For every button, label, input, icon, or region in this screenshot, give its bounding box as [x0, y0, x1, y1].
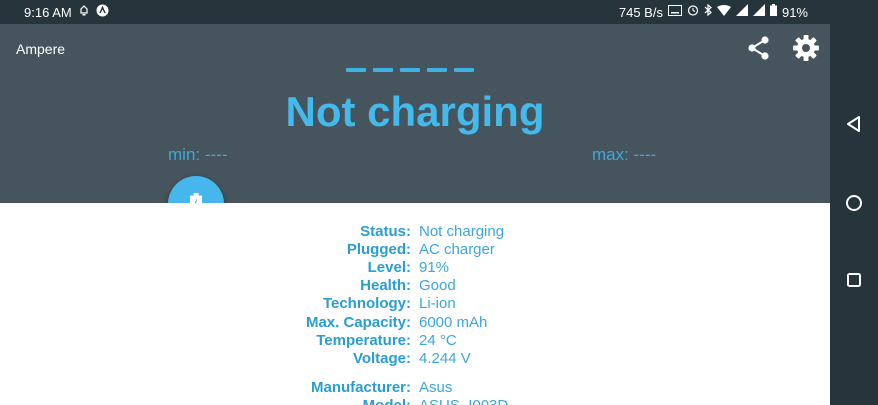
signal-icon-2: [752, 4, 765, 20]
current-dashes: [346, 68, 474, 72]
gear-icon[interactable]: [792, 34, 820, 62]
app-title: Ampere: [16, 41, 66, 57]
info-value: Not charging: [419, 223, 505, 240]
dash: [373, 68, 393, 72]
info-value: AC charger: [419, 241, 495, 258]
info-row-level: Level: 91%: [0, 259, 830, 277]
battery-icon: [769, 4, 777, 20]
info-value: 91%: [419, 259, 450, 276]
keyboard-icon: [667, 4, 682, 20]
info-row-voltage: Voltage: 4.244 V: [0, 350, 830, 368]
info-value: Li-ion: [419, 295, 456, 312]
info-value: Asus: [419, 379, 453, 396]
notification-icon: [78, 4, 90, 21]
info-value: 24 °C: [419, 332, 457, 349]
info-row-plugged: Plugged: AC charger: [0, 241, 830, 259]
app-content: Ampere Not charging min: ---- max: ---- …: [0, 24, 830, 405]
info-label: Max. Capacity:: [305, 314, 411, 331]
dash: [454, 68, 474, 72]
info-label: Level:: [367, 259, 411, 276]
battery-info-panel: Status: Not charging Plugged: AC charger…: [0, 203, 830, 405]
charging-status-title: Not charging: [285, 88, 545, 135]
recents-square-icon[interactable]: [842, 268, 866, 292]
info-row-max-capacity: Max. Capacity: 6000 mAh: [0, 314, 830, 332]
dash: [427, 68, 447, 72]
min-value: min: ----: [168, 145, 228, 164]
info-value: 6000 mAh: [419, 314, 488, 331]
info-row-status: Status: Not charging: [0, 223, 830, 241]
navigation-bar: [830, 24, 878, 405]
info-label: Technology:: [322, 295, 411, 312]
status-bar: 9:16 AM 745 B/s 91%: [0, 0, 878, 24]
info-value: Good: [419, 277, 456, 294]
info-label: Status:: [360, 223, 411, 240]
info-label: Plugged:: [346, 241, 411, 258]
info-row-technology: Technology: Li-ion: [0, 295, 830, 313]
info-row-manufacturer: Manufacturer: Asus: [0, 379, 830, 397]
clock: 9:16 AM: [24, 5, 72, 20]
back-triangle-icon[interactable]: [842, 112, 866, 136]
info-row-temperature: Temperature: 24 °C: [0, 332, 830, 350]
info-value: ASUS_I003D: [419, 397, 508, 405]
app-notification-icon: [96, 4, 109, 21]
status-bar-left: 9:16 AM: [24, 4, 109, 21]
bluetooth-icon: [704, 3, 712, 20]
wifi-icon: [716, 4, 731, 20]
max-value: max: ----: [592, 145, 657, 164]
status-bar-right: 745 B/s 91%: [618, 3, 808, 20]
info-label: Health:: [360, 277, 411, 294]
alarm-icon: [687, 4, 699, 20]
network-speed: 745 B/s: [618, 4, 663, 20]
info-label: Model:: [363, 397, 411, 405]
info-value: 4.244 V: [419, 350, 471, 367]
dash: [400, 68, 420, 72]
app-header: Ampere Not charging min: ---- max: ----: [0, 24, 830, 203]
dash: [346, 68, 366, 72]
share-icon[interactable]: [745, 34, 773, 62]
home-circle-icon[interactable]: [842, 191, 866, 215]
info-row-model: Model: ASUS_I003D: [0, 397, 830, 405]
signal-icon: [735, 4, 748, 20]
info-label: Temperature:: [316, 332, 411, 349]
battery-percentage: 91%: [781, 4, 808, 20]
info-label: Manufacturer:: [310, 379, 411, 396]
info-label: Voltage:: [352, 350, 411, 367]
info-row-health: Health: Good: [0, 277, 830, 295]
